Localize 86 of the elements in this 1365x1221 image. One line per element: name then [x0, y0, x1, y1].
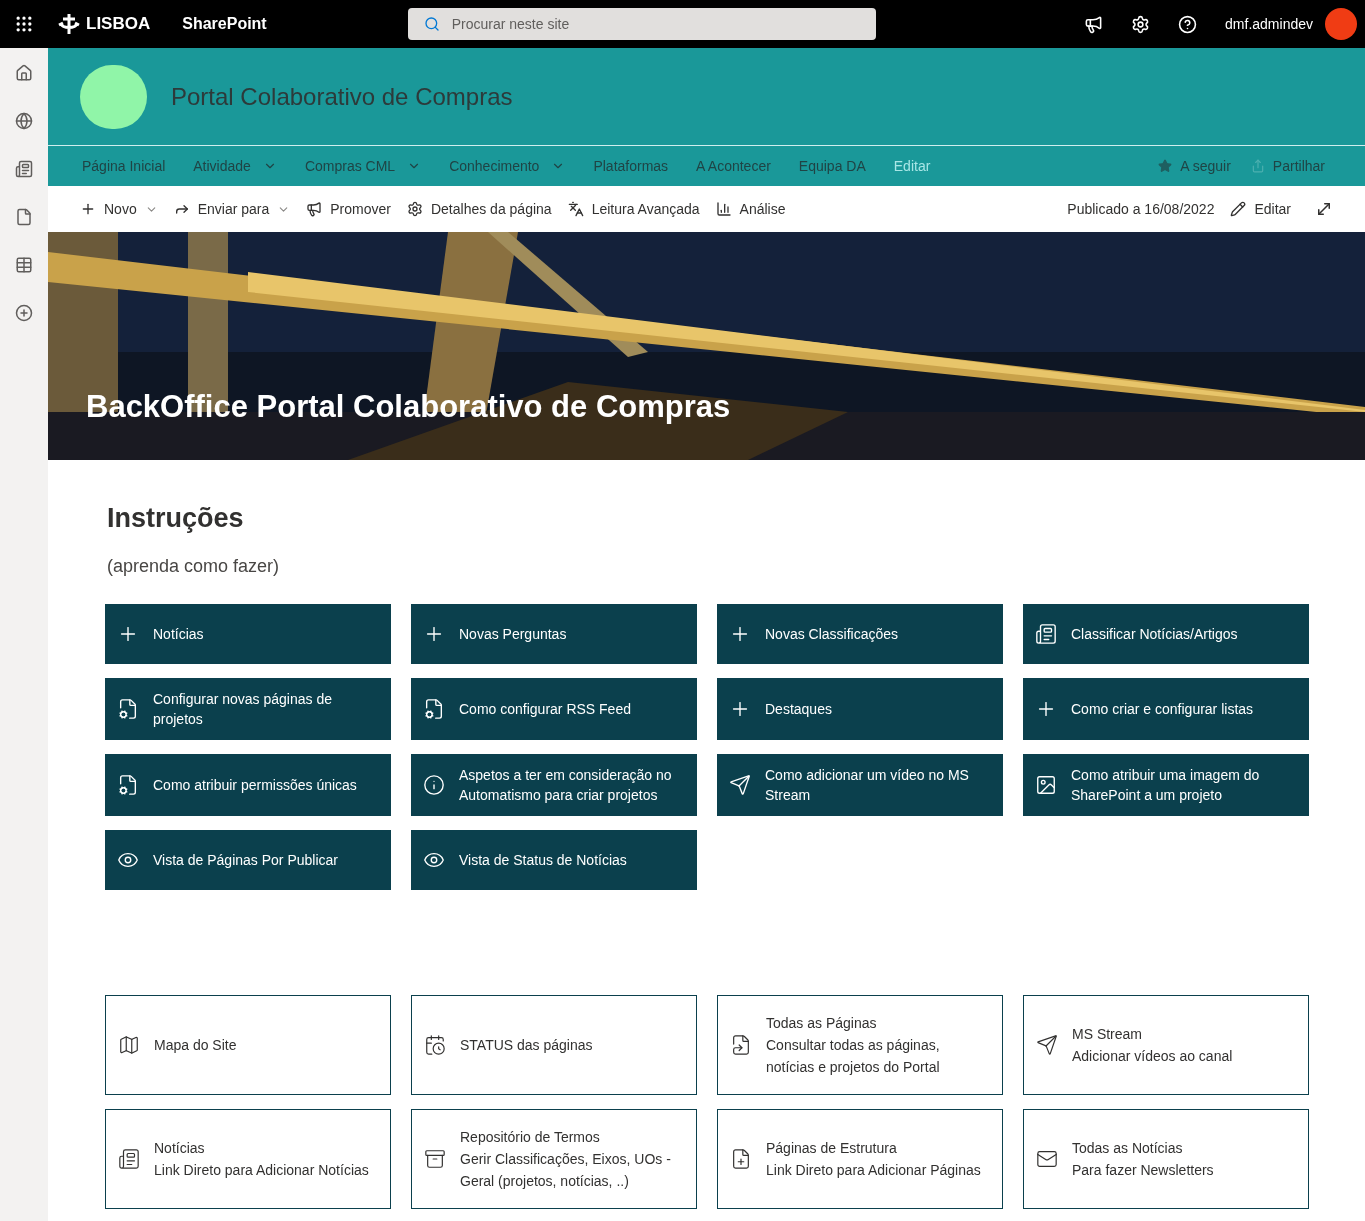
pencil-icon: [1230, 201, 1247, 217]
quick-link-tile[interactable]: Notícias: [105, 603, 391, 664]
search-field[interactable]: Procurar neste site: [407, 8, 876, 40]
tile-description: Gerir Classificações, Eixos, UOs - Geral (projetos, notícias, ..): [460, 1149, 672, 1191]
file-gear-icon: [117, 697, 139, 720]
table-icon[interactable]: [15, 256, 33, 274]
quick-link-tile[interactable]: Como atribuir permissões únicas: [105, 753, 391, 816]
published-date: Publicado a 16/08/2022: [1067, 199, 1215, 219]
command-button[interactable]: Promover: [306, 198, 391, 220]
star-icon: [1158, 159, 1173, 173]
logo-icon: [56, 13, 82, 35]
tile-title: Todas as Páginas: [766, 1013, 878, 1033]
link-tile[interactable]: Notícias Link Direto para Adicionar Notícias: [105, 1108, 391, 1209]
calendar-clock-icon: [424, 1033, 446, 1056]
newspaper-icon[interactable]: [15, 160, 33, 178]
search-icon: [423, 16, 440, 32]
app-launcher-icon[interactable]: [14, 14, 34, 34]
file-icon: [730, 1033, 752, 1056]
file-icon[interactable]: [15, 208, 33, 226]
section-subtitle: (aprenda como fazer): [107, 554, 281, 578]
link-tile[interactable]: Todas as Notícias Para fazer Newsletters: [1023, 1108, 1309, 1209]
quick-link-tile[interactable]: Como configurar RSS Feed: [411, 677, 697, 740]
quick-link-tile[interactable]: Novas Perguntas: [411, 603, 697, 664]
link-tile[interactable]: Mapa do Site: [105, 994, 391, 1095]
tile-title: Notícias: [154, 1138, 206, 1158]
megaphone-icon[interactable]: [1084, 14, 1104, 34]
command-button[interactable]: Leitura Avançada: [567, 198, 700, 220]
link-tile[interactable]: STATUS das páginas: [411, 994, 697, 1095]
newspaper-icon: [118, 1147, 140, 1170]
command-button[interactable]: Novo: [80, 198, 158, 220]
tile-title: MS Stream: [1072, 1024, 1143, 1044]
quick-link-tile[interactable]: Vista de Páginas Por Publicar: [105, 829, 391, 890]
home-icon[interactable]: [15, 64, 33, 82]
newspaper-icon: [1035, 622, 1057, 645]
link-tile[interactable]: Repositório de Termos Gerir Classificações, Eixos, UOs - Geral (projetos, notícias, ..): [411, 1108, 697, 1209]
globe-icon[interactable]: [15, 112, 33, 130]
settings-icon: [406, 201, 423, 217]
expand-icon[interactable]: [1315, 200, 1333, 218]
quick-link-tile[interactable]: Configurar novas páginas de projetos: [105, 677, 391, 740]
quick-link-tile[interactable]: Novas Classificações: [717, 603, 1003, 664]
tile-description: Adicionar vídeos ao canal: [1072, 1046, 1233, 1066]
tile-title: STATUS das páginas: [460, 1035, 593, 1055]
megaphone-icon: [306, 201, 323, 217]
command-button[interactable]: Detalhes da página: [406, 198, 552, 220]
quick-link-tile[interactable]: Como criar e configurar listas: [1023, 677, 1309, 740]
map-icon: [118, 1033, 140, 1056]
info-icon: [423, 773, 445, 796]
user-avatar[interactable]: [1325, 8, 1357, 40]
file-plus-icon: [730, 1147, 752, 1170]
quick-link-tile[interactable]: Classificar Notícias/Artigos: [1023, 603, 1309, 664]
plus-icon: [80, 201, 96, 217]
edit-button[interactable]: Editar: [1230, 198, 1291, 220]
quick-link-tile[interactable]: Destaques: [717, 677, 1003, 740]
image-icon: [1035, 773, 1057, 796]
quick-link-tile[interactable]: Como atribuir uma imagem do SharePoint a um projeto: [1023, 753, 1309, 816]
tile-title: Mapa do Site: [154, 1035, 237, 1055]
tile-title: Repositório de Termos: [460, 1127, 601, 1147]
add-icon[interactable]: [15, 304, 33, 322]
share-icon: [1250, 159, 1265, 173]
user-name[interactable]: dmf.admindev: [1225, 13, 1313, 35]
tile-title: Páginas de Estrutura: [766, 1138, 898, 1158]
tile-description: Consultar todas as páginas, notícias e projetos do Portal: [766, 1035, 941, 1077]
send-icon: [729, 773, 751, 796]
tile-title: Todas as Notícias: [1072, 1138, 1184, 1158]
quick-link-tile[interactable]: Aspetos a ter em consideração no Automatismo para criar projetos: [411, 753, 697, 816]
tile-description: Para fazer Newsletters: [1072, 1160, 1214, 1180]
link-tile[interactable]: Todas as Páginas Consultar todas as páginas, notícias e projetos do Portal: [717, 994, 1003, 1095]
link-tile[interactable]: MS Stream Adicionar vídeos ao canal: [1023, 994, 1309, 1095]
send-icon: [1036, 1033, 1058, 1056]
link-tile[interactable]: Páginas de Estrutura Link Direto para Adicionar Páginas: [717, 1108, 1003, 1209]
tile-description: Link Direto para Adicionar Notícias: [154, 1160, 369, 1180]
section-title: Instruções: [107, 502, 245, 535]
archive-icon: [424, 1147, 446, 1170]
brand-name: LISBOA: [86, 13, 151, 36]
settings-icon[interactable]: [1131, 14, 1151, 34]
file-gear-icon: [117, 773, 139, 796]
file-gear-icon: [423, 697, 445, 720]
app-name[interactable]: SharePoint: [182, 12, 267, 36]
quick-link-tile[interactable]: Vista de Status de Notícias: [411, 829, 697, 890]
quick-link-tile[interactable]: Como adicionar um vídeo no MS Stream: [717, 753, 1003, 816]
chart-icon: [715, 201, 732, 217]
tile-description: Link Direto para Adicionar Páginas: [766, 1160, 981, 1180]
command-button[interactable]: Enviar para: [173, 198, 291, 220]
help-icon[interactable]: [1178, 14, 1198, 34]
command-button[interactable]: Análise: [715, 198, 786, 220]
hero-title: BackOffice Portal Colaborativo de Compras: [86, 387, 731, 426]
